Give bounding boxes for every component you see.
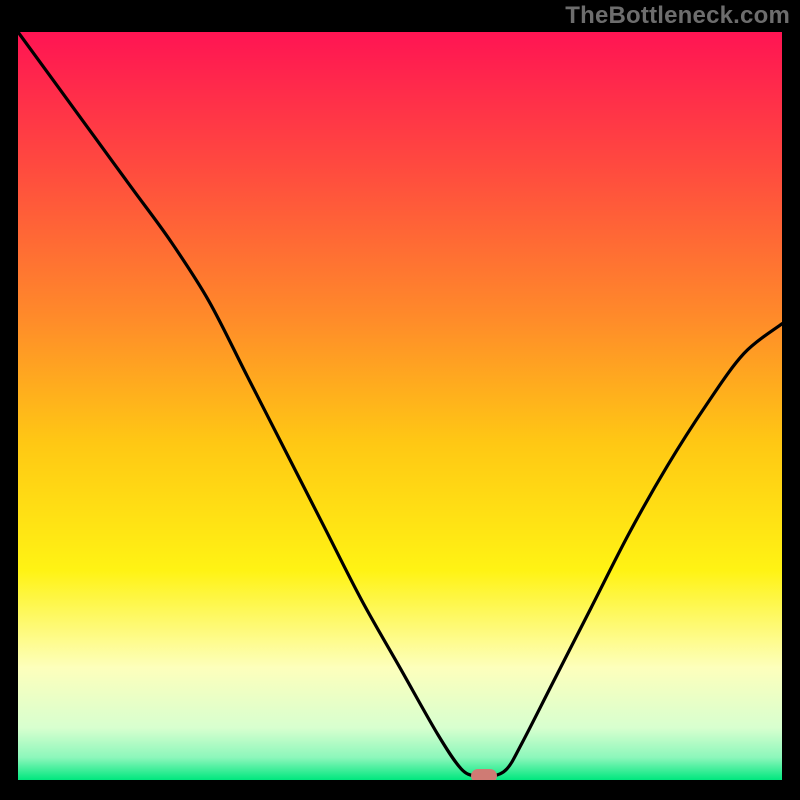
- plot-area: [18, 32, 782, 780]
- chart-frame: TheBottleneck.com: [0, 0, 800, 800]
- bottleneck-curve: [18, 32, 782, 780]
- optimal-point-marker: [471, 769, 497, 780]
- watermark-text: TheBottleneck.com: [565, 2, 790, 30]
